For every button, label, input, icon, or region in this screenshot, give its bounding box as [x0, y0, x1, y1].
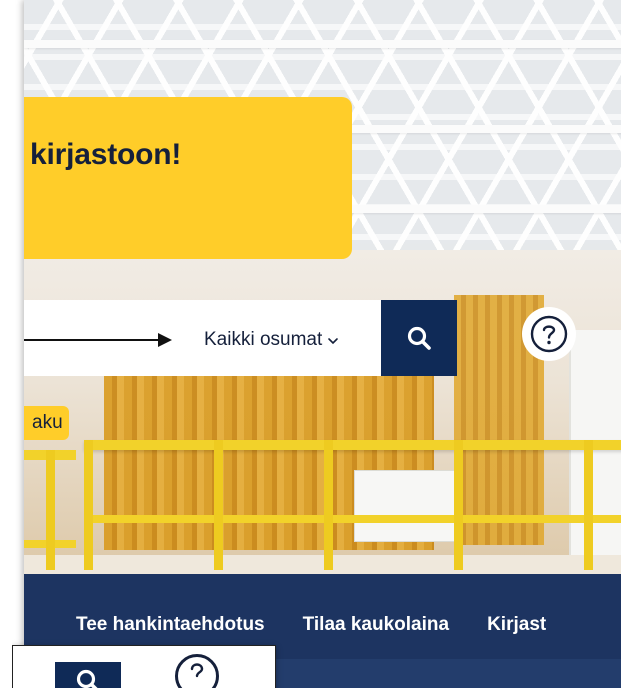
help-circle-icon	[175, 654, 219, 688]
inset-search-button	[55, 662, 121, 688]
question-mark-icon	[190, 663, 204, 678]
search-filter-dropdown[interactable]: Kaikki osumat	[204, 322, 340, 358]
ceiling-beam	[24, 40, 621, 48]
railing-post	[584, 440, 593, 570]
railing-post	[214, 440, 223, 570]
search-filter-label: Kaikki osumat	[204, 329, 323, 350]
cabinet-image	[354, 470, 456, 542]
zoom-inset	[12, 645, 276, 688]
nav-items: Tee hankintaehdotus Tilaa kaukolaina Kir…	[76, 614, 546, 636]
railing-post	[46, 450, 55, 570]
library-page-screenshot: kirjastoon! Kaikki osumat aku Tee hankin…	[0, 0, 621, 688]
door-image	[569, 330, 621, 580]
railing	[84, 440, 621, 450]
advanced-search-chip[interactable]: aku	[24, 406, 69, 440]
railing-post	[84, 440, 93, 570]
hero-card: kirjastoon!	[24, 97, 352, 259]
hero-title: kirjastoon!	[30, 138, 182, 171]
help-circle-icon	[530, 315, 568, 353]
chevron-down-icon	[328, 338, 339, 345]
help-button[interactable]	[522, 307, 576, 361]
search-button[interactable]	[381, 300, 457, 376]
railing-post	[324, 440, 333, 570]
search-icon	[407, 326, 431, 350]
chip-label: aku	[32, 412, 63, 433]
hero-background: kirjastoon! Kaikki osumat aku Tee hankin…	[24, 0, 621, 688]
railing-post	[454, 440, 463, 570]
annotation-arrow-head	[158, 333, 172, 347]
nav-item-purchase-suggestion[interactable]: Tee hankintaehdotus	[76, 614, 265, 636]
railing	[84, 515, 621, 523]
annotation-arrow	[24, 339, 164, 341]
search-icon	[76, 669, 98, 688]
nav-item-library[interactable]: Kirjast	[487, 614, 546, 636]
nav-item-interlibrary-loan[interactable]: Tilaa kaukolaina	[303, 614, 449, 636]
